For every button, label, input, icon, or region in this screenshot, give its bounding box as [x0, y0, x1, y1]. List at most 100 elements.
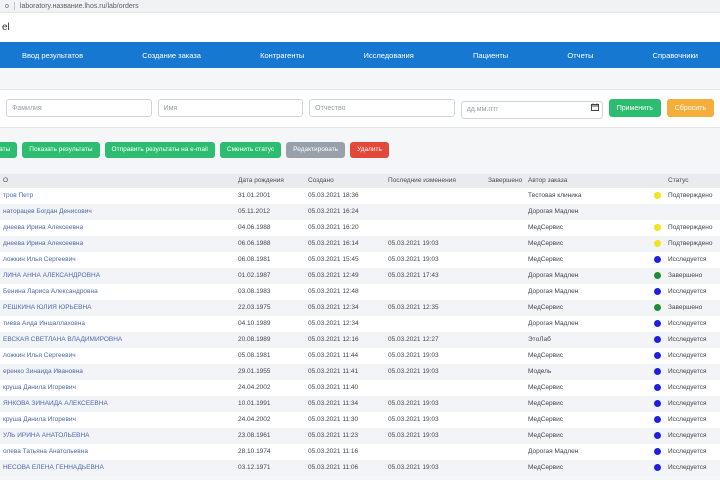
birthdate-cell: 04.06.1988 — [238, 224, 271, 231]
table-row[interactable]: еренко Зинаида Ивановна 29.01.1955 05.03… — [0, 363, 720, 380]
send-results-email-button[interactable]: Отправить результаты на e-mail — [104, 141, 215, 158]
table-row[interactable]: Бенина Лариса Александровна 03.08.1983 0… — [0, 284, 720, 300]
patient-name-link[interactable]: ложкин Илья Сергеевич — [3, 352, 76, 359]
table-row[interactable]: ЕВСКАЯ СВЕТЛАНА ВЛАДИМИРОВНА 20.08.1989 … — [0, 331, 720, 348]
status-dot-icon — [653, 224, 661, 231]
table-row[interactable]: тров Петр 31.01.2001 05.03.2021 18:36 Те… — [0, 188, 720, 204]
created-cell: 05.03.2021 16:24 — [308, 208, 359, 215]
actions-toolbar: Печатать результаты Показать результаты … — [0, 141, 720, 158]
print-results-button[interactable]: Печатать результаты — [0, 141, 18, 158]
surname-input[interactable] — [6, 99, 152, 118]
patient-name-link[interactable]: УЛЬ ИРИНА АНАТОЛЬЕВНА — [3, 432, 90, 439]
table-row[interactable]: ЯНКОВА ЗИНАИДА АЛЕКСЕЕВНА 10.01.1991 05.… — [0, 395, 720, 412]
birthdate-cell: 28.10.1974 — [238, 448, 271, 455]
patient-name-link[interactable]: ЕВСКАЯ СВЕТЛАНА ВЛАДИМИРОВНА — [3, 336, 122, 343]
delete-button[interactable]: Удалить — [350, 141, 389, 158]
col-modified: Последние изменения — [388, 177, 456, 184]
apply-filter-button[interactable]: Применить — [608, 99, 661, 118]
show-results-button[interactable]: Показать результаты — [22, 141, 100, 158]
patient-name-link[interactable]: ложкин Илья Сергеевич — [3, 256, 76, 263]
author-cell: ЭтоЛаб — [528, 336, 551, 343]
nav-item-counterparties[interactable]: Контрагенты — [260, 51, 304, 60]
status-dot-icon — [653, 416, 661, 423]
patient-name-link[interactable]: днеева Ирина Алексеевна — [3, 240, 83, 247]
patient-name-link[interactable]: ЯНКОВА ЗИНАИДА АЛЕКСЕЕВНА — [3, 400, 108, 407]
table-row[interactable]: НЕСОВА ЕЛЕНА ГЕННАДЬЕВНА 03.12.1971 05.0… — [0, 459, 720, 476]
patient-name-link[interactable]: Бенина Лариса Александровна — [3, 288, 98, 295]
table-row[interactable]: РЕШКИНА ЮЛИЯ ЮРЬЕВНА 22.03.1975 05.03.20… — [0, 299, 720, 316]
patient-name-link[interactable]: РЕШКИНА ЮЛИЯ ЮРЬЕВНА — [3, 304, 92, 311]
orders-table: О Дата рождения Создано Последние измене… — [0, 173, 720, 476]
birthdate-cell: 10.01.1991 — [238, 400, 271, 407]
edit-button[interactable]: Редактировать — [286, 141, 346, 158]
reset-filter-button[interactable]: Сбросить — [666, 99, 714, 118]
birthdate-input[interactable] — [460, 100, 603, 119]
orders-table-header: О Дата рождения Создано Последние измене… — [0, 173, 720, 188]
table-row[interactable]: ложкин Илья Сергеевич 06.08.1981 05.03.2… — [0, 252, 720, 268]
col-status: Статус — [668, 177, 689, 184]
table-row[interactable]: ЛИНА АННА АЛЕКСАНДРОВНА 01.02.1987 05.03… — [0, 267, 720, 284]
table-row[interactable]: наторацев Богдан Денисович 05.11.2012 05… — [0, 203, 720, 220]
calendar-icon[interactable] — [590, 103, 599, 111]
firstname-input[interactable] — [157, 99, 304, 118]
patronymic-input[interactable] — [309, 99, 455, 118]
status-dot-icon — [653, 304, 661, 311]
nav-item-directories[interactable]: Справочники — [653, 51, 698, 60]
created-cell: 05.03.2021 12:34 — [308, 304, 359, 311]
status-cell: Исследуется — [668, 464, 707, 471]
status-dot-icon — [653, 368, 661, 375]
status-cell: Исследуется — [668, 288, 707, 295]
patient-name-link[interactable]: круша Данила Игоревич — [3, 416, 76, 423]
created-cell: 05.03.2021 16:20 — [308, 224, 359, 231]
patient-name-link[interactable]: еренко Зинаида Ивановна — [3, 368, 83, 375]
author-cell: Дорогая Мадлен — [528, 448, 579, 455]
patient-name-link[interactable]: круша Данила Игоревич — [3, 384, 76, 391]
modified-cell: 05.03.2021 19:03 — [388, 256, 439, 263]
author-cell: МедСервис — [528, 240, 564, 247]
nav-item-create-order[interactable]: Создание заказа — [142, 51, 201, 60]
status-dot-icon — [653, 288, 661, 295]
nav-item-patients[interactable]: Пациенты — [473, 51, 508, 60]
col-author: Автор заказа — [528, 177, 568, 184]
address-url[interactable]: laboratory.название.lhos.ru/lab/orders — [20, 3, 139, 10]
created-cell: 05.03.2021 11:41 — [308, 368, 359, 375]
status-cell: Завершено — [668, 272, 703, 279]
nav-item-research[interactable]: Исследования — [364, 51, 414, 60]
modified-cell: 05.03.2021 19:03 — [388, 352, 439, 359]
table-row[interactable]: ложкин Илья Сергеевич 05.08.1981 05.03.2… — [0, 348, 720, 364]
patient-name-link[interactable]: днеева Ирина Алексеевна — [3, 224, 83, 231]
status-dot-icon — [653, 336, 661, 343]
created-cell: 05.03.2021 15:45 — [308, 256, 359, 263]
patient-name-link[interactable]: тиева Аида Иншаллаховна — [3, 320, 85, 327]
browser-url-bar[interactable]: о laboratory.название.lhos.ru/lab/orders — [0, 0, 720, 13]
table-row[interactable]: днеева Ирина Алексеевна 04.06.1988 05.03… — [0, 220, 720, 236]
table-row[interactable]: УЛЬ ИРИНА АНАТОЛЬЕВНА 23.08.1961 05.03.2… — [0, 427, 720, 444]
table-row[interactable]: круша Данила Игоревич 24.04.2002 05.03.2… — [0, 380, 720, 396]
patient-name-link[interactable]: олева Татьяна Анатольевна — [3, 448, 88, 455]
nav-item-results-entry[interactable]: Ввод результатов — [22, 51, 83, 60]
author-cell: МедСервис — [528, 400, 564, 407]
birthdate-cell: 05.11.2012 — [238, 208, 271, 215]
status-dot-icon — [653, 272, 661, 279]
table-row[interactable]: тиева Аида Иншаллаховна 04.10.1989 05.03… — [0, 316, 720, 332]
modified-cell: 05.03.2021 12:35 — [388, 304, 439, 311]
patient-name-link[interactable]: наторацев Богдан Денисович — [3, 208, 92, 215]
patient-name-link[interactable]: ЛИНА АННА АЛЕКСАНДРОВНА — [3, 272, 100, 279]
patient-name-link[interactable]: тров Петр — [3, 192, 33, 199]
status-cell: Исследуется — [668, 320, 707, 327]
patient-name-link[interactable]: НЕСОВА ЕЛЕНА ГЕННАДЬЕВНА — [3, 464, 104, 471]
created-cell: 05.03.2021 12:48 — [308, 288, 359, 295]
created-cell: 05.03.2021 11:40 — [308, 384, 359, 391]
table-row[interactable]: олева Татьяна Анатольевна 28.10.1974 05.… — [0, 444, 720, 460]
modified-cell: 05.03.2021 19:03 — [388, 416, 439, 423]
nav-item-reports[interactable]: Отчеты — [567, 51, 593, 60]
birthdate-cell: 06.06.1988 — [238, 240, 271, 247]
table-row[interactable]: днеева Ирина Алексеевна 06.06.1988 05.03… — [0, 235, 720, 252]
col-birthdate: Дата рождения — [238, 177, 284, 184]
status-dot-icon — [653, 352, 661, 359]
table-row[interactable]: круша Данила Игоревич 24.04.2002 05.03.2… — [0, 412, 720, 428]
created-cell: 05.03.2021 12:49 — [308, 272, 359, 279]
change-status-button[interactable]: Сменить статус — [219, 141, 282, 158]
orders-table-body: тров Петр 31.01.2001 05.03.2021 18:36 Те… — [0, 188, 720, 476]
author-cell: МедСервис — [528, 224, 564, 231]
